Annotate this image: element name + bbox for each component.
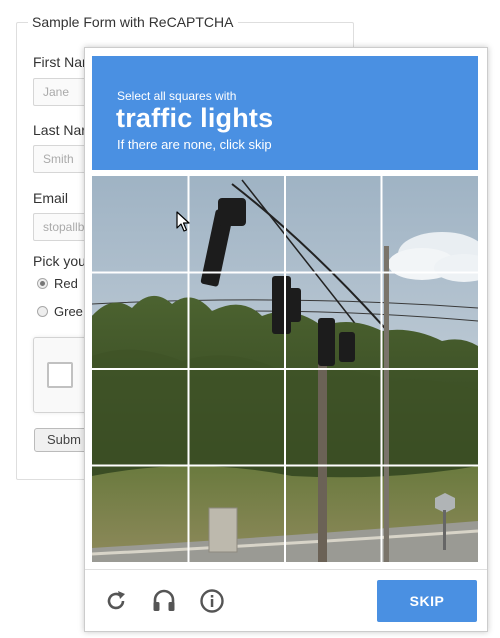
- pointer-cursor-icon: [176, 211, 190, 232]
- image-tile[interactable]: [189, 466, 286, 563]
- reload-icon[interactable]: [103, 588, 129, 614]
- challenge-instruction: Select all squares with: [117, 89, 237, 103]
- image-tile[interactable]: [92, 176, 189, 273]
- first-name-label: First Nar: [33, 54, 87, 70]
- image-tile[interactable]: [92, 369, 189, 466]
- radio-red-option[interactable]: Red: [37, 276, 78, 291]
- challenge-hint: If there are none, click skip: [117, 137, 272, 152]
- image-tile[interactable]: [382, 466, 479, 563]
- image-tile[interactable]: [285, 369, 382, 466]
- image-tile[interactable]: [189, 369, 286, 466]
- footer-divider: [85, 569, 487, 570]
- image-tile[interactable]: [285, 176, 382, 273]
- image-tile[interactable]: [382, 369, 479, 466]
- audio-icon[interactable]: [151, 588, 177, 614]
- info-icon[interactable]: [199, 588, 225, 614]
- radio-green-option[interactable]: Gree: [37, 304, 83, 319]
- last-name-label: Last Nar: [33, 122, 86, 138]
- radio-green[interactable]: [37, 306, 48, 317]
- radio-green-label: Gree: [54, 304, 83, 319]
- challenge-target: traffic lights: [116, 103, 274, 133]
- recaptcha-challenge: Select all squares with traffic lights I…: [84, 47, 488, 632]
- image-tile[interactable]: [92, 466, 189, 563]
- form-legend: Sample Form with ReCAPTCHA: [28, 14, 238, 30]
- image-tile[interactable]: [285, 273, 382, 370]
- radio-red-label: Red: [54, 276, 78, 291]
- image-tile[interactable]: [189, 273, 286, 370]
- pick-color-label: Pick you: [33, 253, 86, 269]
- email-label: Email: [33, 190, 69, 206]
- image-tile[interactable]: [189, 176, 286, 273]
- recaptcha-checkbox[interactable]: [47, 362, 73, 388]
- image-tile[interactable]: [382, 176, 479, 273]
- image-grid: [92, 176, 478, 562]
- image-tiles: [92, 176, 478, 562]
- skip-button[interactable]: SKIP: [377, 580, 477, 622]
- image-tile[interactable]: [285, 466, 382, 563]
- image-tile[interactable]: [92, 273, 189, 370]
- challenge-header: Select all squares with traffic lights I…: [92, 56, 478, 170]
- radio-red[interactable]: [37, 278, 48, 289]
- image-tile[interactable]: [382, 273, 479, 370]
